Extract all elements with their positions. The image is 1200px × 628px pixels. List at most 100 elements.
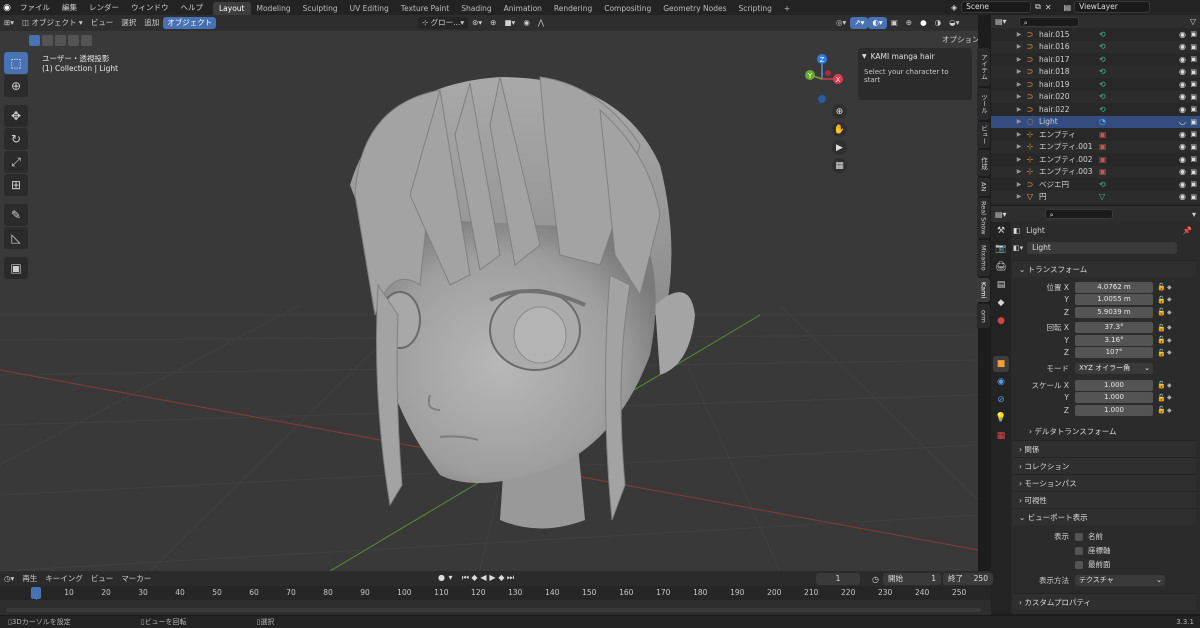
expand-arrow-icon[interactable]: ▶ — [1013, 131, 1025, 138]
sidebar-tab[interactable]: ツール — [977, 88, 990, 120]
light-data-icon[interactable]: ◧▾ — [1013, 244, 1023, 252]
gizmo-button[interactable]: ↗▾ — [850, 17, 869, 29]
outliner[interactable]: ▤▾ ⌕ ▽ ▶ ⊃ hair.015 ⟲ ◉ ▣ ▶ ⊃ hair.016 ⟲ ◉ ▣ ▶ ⊃ hair.… — [991, 15, 1200, 205]
pan-hand-icon[interactable]: ✋ — [832, 122, 847, 137]
start-frame-field[interactable]: 開始 1 — [882, 573, 941, 585]
timeline[interactable]: ◷▾ 再生 キーイング ビュー マーカー ● ▾ ⏮ ◆ ◀ ▶ ◆ ⏭ 1 ◷ 開始… — [0, 571, 993, 615]
menu-item[interactable]: レンダー — [83, 0, 125, 15]
outliner-row[interactable]: ▶ ▽ 円 ▽ ◉ ▣ — [991, 190, 1200, 203]
prev-key-icon[interactable]: ◆ — [470, 573, 479, 583]
keyframe-dot-icon[interactable]: ◆ — [1167, 349, 1177, 356]
empty-data-icon[interactable]: ▣ — [1099, 130, 1119, 139]
outliner-row[interactable]: ▶ ⊹ エンプティ.003 ▣ ◉ ▣ — [991, 165, 1200, 178]
location-field[interactable]: 5.9039 m — [1075, 306, 1153, 318]
render-camera-icon[interactable]: ▣ — [1190, 43, 1197, 51]
render-camera-icon[interactable]: ▣ — [1190, 118, 1197, 126]
frame-ruler[interactable]: 1102030405060708090100110120130140150160… — [0, 586, 991, 615]
transform-orientation-selector[interactable]: ⊹ グロー...▾ — [418, 17, 469, 29]
timeline-menu-item[interactable]: マーカー — [117, 573, 155, 585]
play-reverse-icon[interactable]: ◀ — [479, 573, 488, 583]
outliner-row[interactable]: ▶ ⊃ hair.022 ⟲ ◉ ▣ — [991, 103, 1200, 116]
render-camera-icon[interactable]: ▣ — [1190, 155, 1197, 163]
tab-workspace[interactable]: Scripting — [733, 2, 778, 15]
jump-start-icon[interactable]: ⏮ — [461, 573, 470, 583]
keyframe-dot-icon[interactable]: ◆ — [1167, 284, 1177, 291]
timeline-menu-item[interactable]: キーイング — [41, 573, 87, 585]
expand-arrow-icon[interactable]: ▶ — [1013, 56, 1025, 63]
3d-viewport[interactable]: ⊞▾ ◫ オブジェクト ▾ ビュー 選択 追加 オブジェクト ⊹ グロー...▾ ⊛… — [0, 15, 978, 571]
lock-icon[interactable]: 🔓 — [1157, 394, 1167, 402]
expand-arrow-icon[interactable]: ▶ — [1013, 168, 1025, 175]
curve-data-icon[interactable]: ⟲ — [1099, 180, 1119, 189]
outliner-type-icon[interactable]: ▤▾ — [995, 17, 1007, 26]
tab-workspace[interactable]: Animation — [498, 2, 548, 15]
options-menu[interactable]: オプション — [938, 34, 978, 46]
add-cube-tool-icon[interactable]: ▣ — [4, 257, 28, 279]
shading-solid-button[interactable]: ● — [916, 17, 931, 29]
render-camera-icon[interactable]: ▣ — [1190, 80, 1197, 88]
timeline-track[interactable] — [0, 600, 991, 615]
shading-rendered-button[interactable]: ◒▾ — [945, 17, 963, 29]
delta-transform-header[interactable]: › デルタトランスフォーム — [1013, 422, 1196, 440]
keyframe-dot-icon[interactable]: ◆ — [1167, 337, 1177, 344]
location-field[interactable]: 4.0762 m — [1075, 281, 1153, 293]
lock-icon[interactable]: 🔓 — [1157, 296, 1167, 304]
outliner-row[interactable]: ▶▽円.001▽◉▣ — [991, 203, 1200, 206]
viewport-menu-item[interactable]: 選択 — [117, 17, 140, 29]
end-frame-field[interactable]: 終了 250 — [942, 573, 993, 585]
outliner-row[interactable]: ▶ ⊃ ベジエ円 ⟲ ◉ ▣ — [991, 178, 1200, 191]
curve-data-icon[interactable]: ⟲ — [1099, 42, 1119, 51]
eye-icon[interactable]: ◉ — [1179, 167, 1186, 176]
pin-icon[interactable]: 📌 — [1183, 226, 1192, 235]
object-data-tab-icon[interactable]: 💡 — [993, 410, 1009, 426]
rotation-field[interactable]: 3.16° — [1075, 334, 1153, 346]
overlay-button[interactable]: ◐▾ — [868, 17, 887, 29]
viewport-menu-item[interactable]: ビュー — [87, 17, 118, 29]
expand-arrow-icon[interactable]: ▶ — [1013, 93, 1025, 100]
measure-tool-icon[interactable]: ◺ — [4, 227, 28, 249]
lock-icon[interactable]: 🔓 — [1157, 349, 1167, 357]
select-extend-button[interactable] — [42, 35, 53, 46]
eye-icon[interactable]: ◉ — [1179, 67, 1186, 76]
lock-icon[interactable]: 🔓 — [1157, 381, 1167, 389]
tab-workspace[interactable]: Texture Paint — [395, 2, 455, 15]
eye-icon[interactable]: ◉ — [1179, 142, 1186, 151]
rotation-field[interactable]: 107° — [1075, 347, 1153, 359]
annotate-tool-icon[interactable]: ✎ — [4, 204, 28, 226]
menu-item[interactable]: 編集 — [56, 0, 83, 15]
properties-editor[interactable]: ▤▾ ⌕ ▾ ⚒ 📷 🖨 ▤ ◆ ● ■ ◉ ⊘ 💡 ▦ ◧ Light 📌 ◧… — [991, 206, 1200, 614]
scene-selector[interactable]: Scene — [961, 1, 1032, 13]
tab-workspace[interactable]: Geometry Nodes — [657, 2, 732, 15]
eye-icon[interactable]: ◉ — [1179, 80, 1186, 89]
output-tab-icon[interactable]: 🖨 — [993, 259, 1009, 275]
keyframe-options-icon[interactable]: ▾ — [446, 573, 455, 583]
sidebar-tab[interactable]: orm — [977, 304, 990, 328]
transform-tool-icon[interactable]: ⊞ — [4, 174, 28, 196]
playhead[interactable] — [31, 587, 41, 599]
hidden-eye-icon[interactable]: ◡ — [1179, 117, 1186, 126]
outliner-row[interactable]: ▶ ⊃ hair.017 ⟲ ◉ ▣ — [991, 53, 1200, 66]
cursor-tool-icon[interactable]: ⊕ — [4, 75, 28, 97]
tab-workspace[interactable]: Sculpting — [297, 2, 344, 15]
world-tab-icon[interactable]: ● — [993, 313, 1009, 329]
shading-material-button[interactable]: ◑ — [931, 17, 946, 29]
tab-workspace[interactable]: Layout — [213, 1, 251, 15]
lock-icon[interactable]: 🔓 — [1157, 336, 1167, 344]
eye-icon[interactable]: ◉ — [1179, 155, 1186, 164]
expand-arrow-icon[interactable]: ▶ — [1013, 143, 1025, 150]
camera-view-icon[interactable]: ▶ — [832, 140, 847, 155]
render-camera-icon[interactable]: ▣ — [1190, 105, 1197, 113]
scale-field[interactable]: 1.000 — [1075, 379, 1153, 391]
blender-logo-icon[interactable]: ◉ — [0, 0, 14, 15]
shading-wireframe-button[interactable]: ⊕ — [902, 17, 916, 29]
outliner-row[interactable]: ▶ ⊃ hair.020 ⟲ ◉ ▣ — [991, 90, 1200, 103]
filter-icon[interactable]: ▽ — [1190, 17, 1196, 26]
collapsed-section-header[interactable]: › モーションパス — [1013, 473, 1196, 491]
expand-arrow-icon[interactable]: ▶ — [1013, 31, 1025, 38]
select-difference-button[interactable] — [68, 35, 79, 46]
outliner-row[interactable]: ▶ ⊃ hair.018 ⟲ ◉ ▣ — [991, 65, 1200, 78]
expand-arrow-icon[interactable]: ▶ — [1013, 156, 1025, 163]
scale-field[interactable]: 1.000 — [1075, 404, 1153, 416]
keyframe-dot-icon[interactable]: ◆ — [1167, 324, 1177, 331]
tab-workspace[interactable]: Shading — [455, 2, 497, 15]
